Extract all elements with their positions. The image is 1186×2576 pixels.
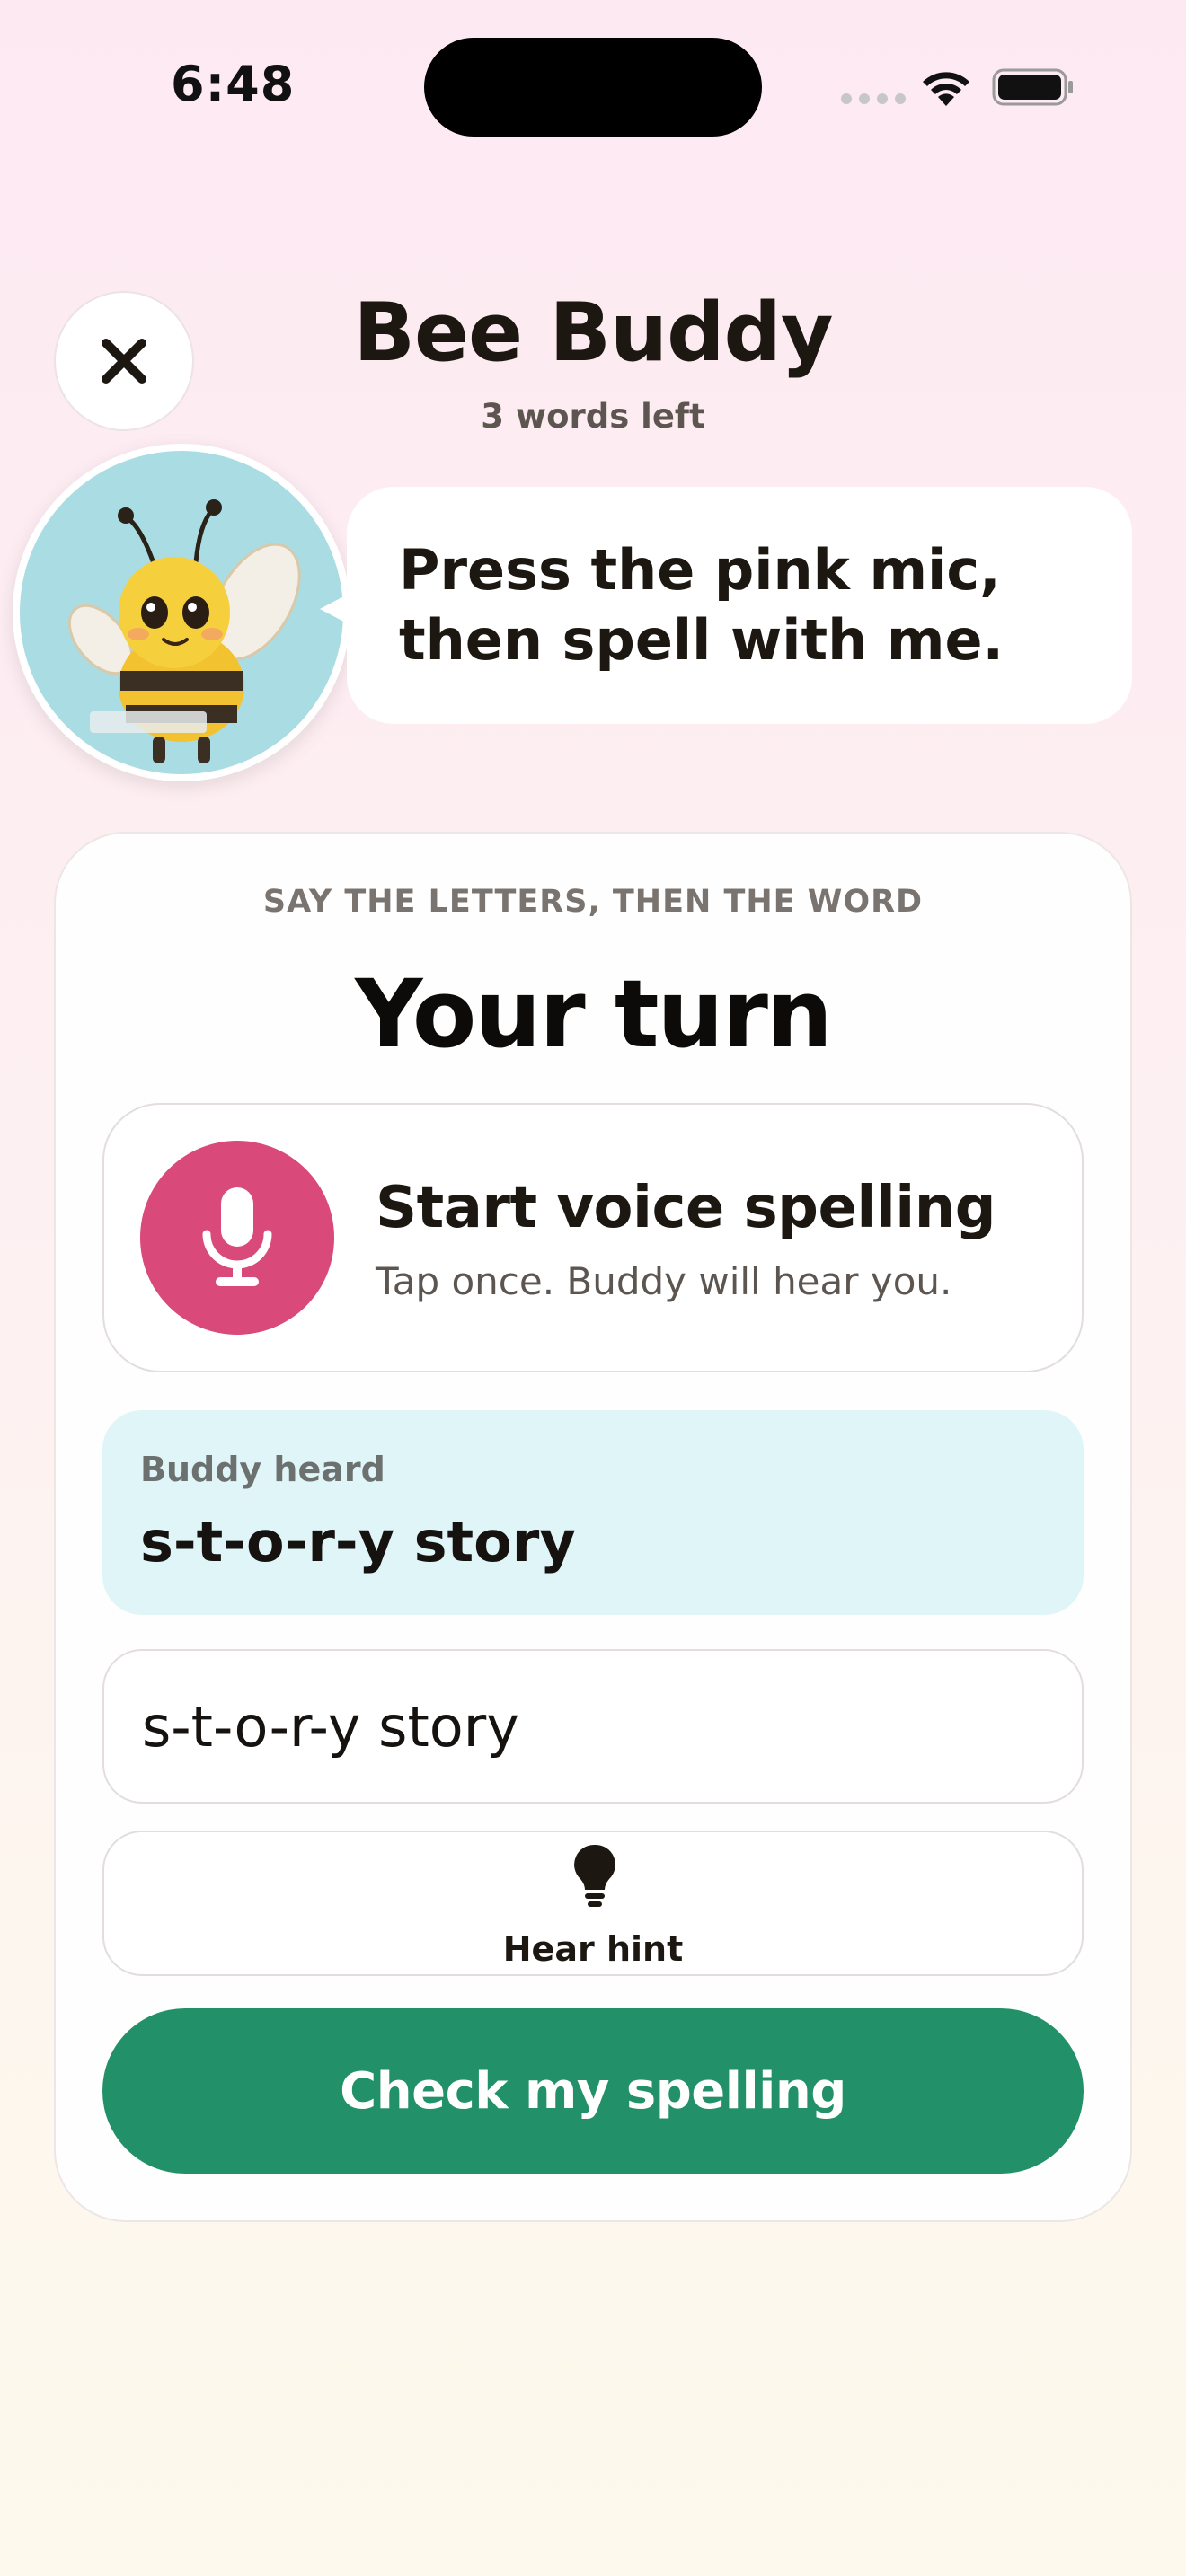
check-spelling-label: Check my spelling bbox=[340, 2061, 846, 2121]
microphone-icon bbox=[202, 1187, 272, 1286]
buddy-avatar bbox=[13, 444, 350, 781]
start-voice-spelling-button[interactable]: Start voice spelling Tap once. Buddy wil… bbox=[102, 1103, 1084, 1372]
spelling-input[interactable] bbox=[102, 1649, 1084, 1804]
hear-hint-button[interactable]: Hear hint bbox=[102, 1831, 1084, 1976]
bee-mascot-image bbox=[67, 499, 301, 763]
buddy-heard-label: Buddy heard bbox=[140, 1450, 385, 1489]
spelling-card: SAY THE LETTERS, THEN THE WORD Your turn… bbox=[54, 832, 1132, 2222]
buddy-heard-panel: Buddy heard s-t-o-r-y story bbox=[102, 1410, 1084, 1615]
battery-icon bbox=[992, 68, 1073, 106]
buddy-message: Press the pink mic, then spell with me. bbox=[399, 537, 1005, 673]
page-title: Bee Buddy bbox=[353, 286, 833, 380]
mic-button[interactable] bbox=[140, 1141, 334, 1335]
hear-hint-label: Hear hint bbox=[502, 1929, 684, 1969]
voice-subtitle: Tap once. Buddy will hear you. bbox=[376, 1259, 952, 1303]
words-left-count: 3 words left bbox=[481, 397, 705, 436]
check-spelling-button[interactable]: Check my spelling bbox=[102, 2008, 1084, 2174]
wifi-icon bbox=[923, 72, 969, 106]
status-time: 6:48 bbox=[171, 56, 296, 112]
speech-bubble: Press the pink mic, then spell with me. bbox=[320, 487, 1132, 724]
cellular-signal-icon bbox=[841, 93, 906, 104]
card-heading: Your turn bbox=[355, 959, 833, 1069]
lightbulb-icon bbox=[574, 1844, 615, 1907]
buddy-heard-value: s-t-o-r-y story bbox=[140, 1509, 576, 1575]
dynamic-island bbox=[424, 38, 762, 137]
voice-title: Start voice spelling bbox=[376, 1175, 996, 1241]
instruction-label: SAY THE LETTERS, THEN THE WORD bbox=[262, 884, 924, 920]
